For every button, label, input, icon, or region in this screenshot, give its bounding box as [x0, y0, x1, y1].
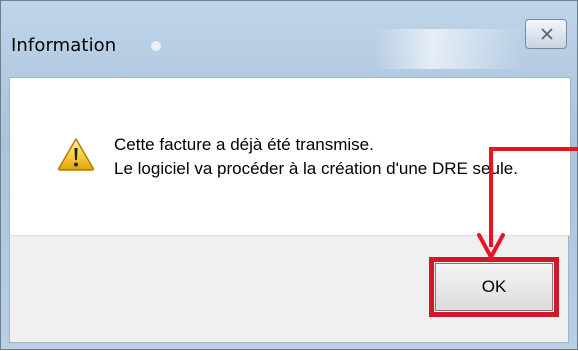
warning-icon: [57, 138, 95, 171]
ok-button[interactable]: OK: [435, 263, 553, 311]
message-line: Le logiciel va procéder à la création d'…: [114, 159, 518, 178]
information-dialog: Information Cette facture a déjà été tra…: [0, 0, 578, 350]
dialog-title: Information: [11, 35, 117, 56]
title-bar[interactable]: Information: [1, 1, 577, 77]
close-icon: [541, 28, 553, 40]
dialog-message: Cette facture a déjà été transmise. Le l…: [114, 133, 518, 181]
message-line: Cette facture a déjà été transmise.: [114, 135, 374, 154]
title-bar-glare: [373, 29, 523, 69]
close-button[interactable]: [525, 19, 567, 49]
title-bar-highlight: [151, 41, 161, 51]
